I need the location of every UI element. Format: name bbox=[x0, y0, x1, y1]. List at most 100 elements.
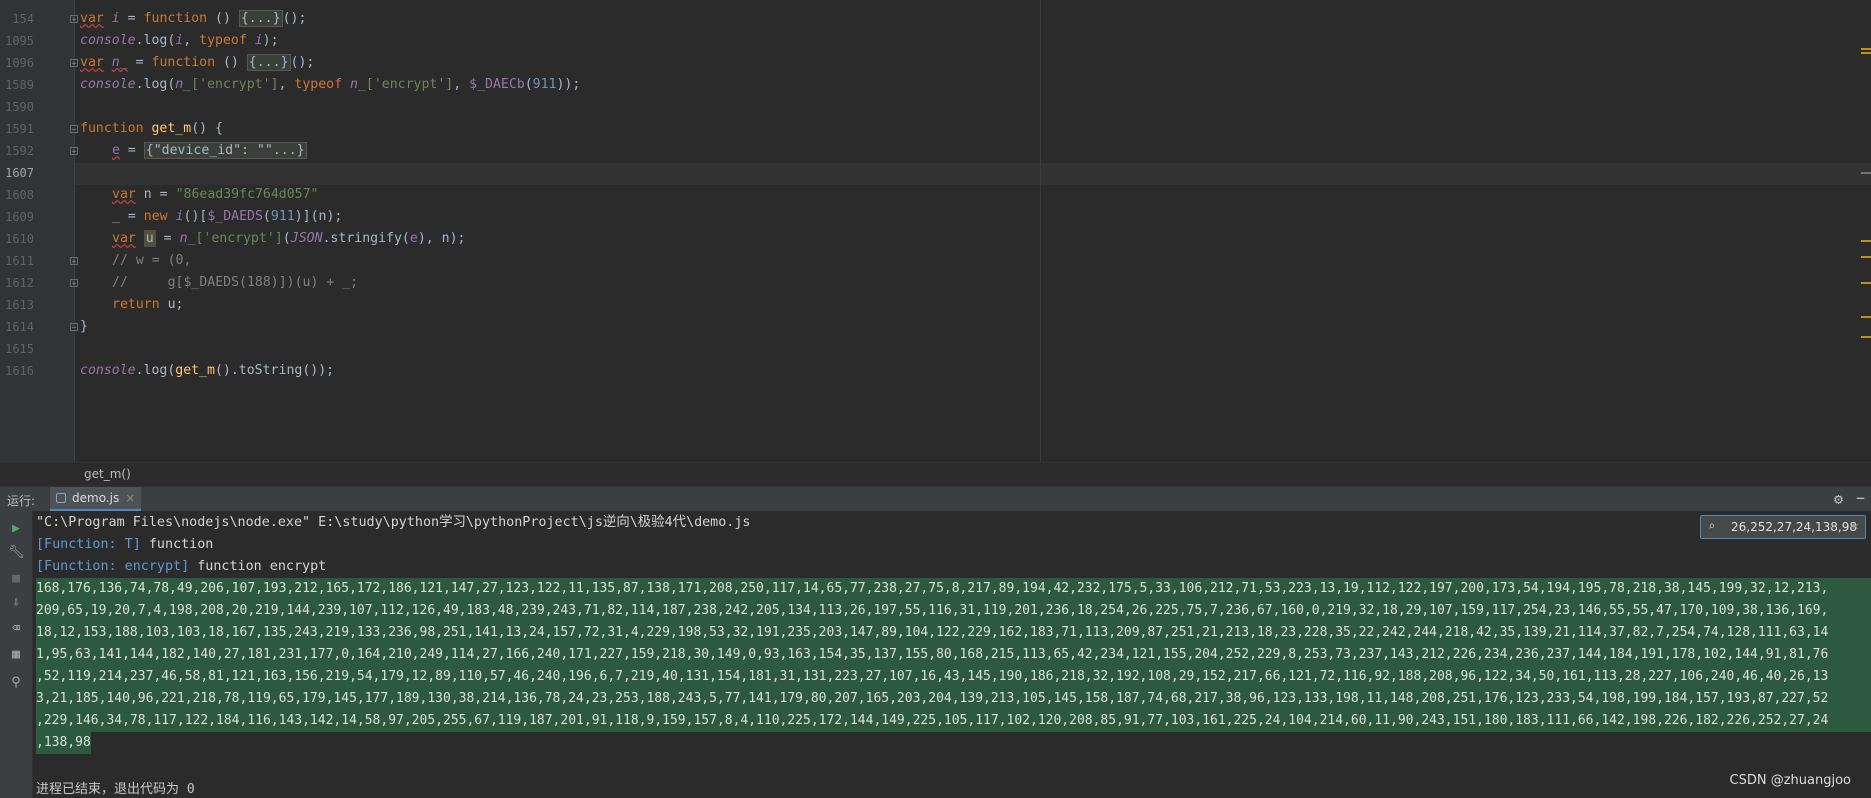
search-input[interactable]: 26,252,27,24,138,98 bbox=[1731, 520, 1857, 534]
console-toolbar: ▶ 🔧︎ ■ ⇩ ⌫ ▦ ⚲ bbox=[0, 511, 33, 798]
code-line: function get_m() { bbox=[80, 118, 223, 140]
identifier: e bbox=[112, 143, 120, 158]
keyword: new bbox=[143, 209, 168, 224]
code-text: ( bbox=[282, 231, 291, 246]
console-text: function encrypt bbox=[189, 559, 327, 574]
keyword: function bbox=[143, 11, 208, 26]
console-output-line: 1,95,63,141,144,182,140,27,181,231,177,0… bbox=[36, 644, 1871, 666]
code-line: var n = "86ead39fc764d057" bbox=[112, 184, 318, 206]
keyword: function bbox=[151, 55, 216, 70]
comment-line: // w = (0, bbox=[112, 253, 192, 268]
clear-icon[interactable]: ⌫ bbox=[8, 621, 24, 636]
identifier: $_DAECb bbox=[469, 77, 525, 92]
folded-region[interactable]: {"device_id": ""...} bbox=[143, 142, 307, 159]
identifier: JSON bbox=[290, 231, 323, 246]
error-stripe-marker[interactable] bbox=[1861, 282, 1871, 284]
fold-toggle-icon[interactable]: + bbox=[70, 147, 78, 156]
identifier: i bbox=[254, 33, 263, 48]
keyword: function bbox=[80, 121, 144, 136]
code-text: )](n); bbox=[294, 209, 343, 224]
string-literal: "86ead39fc764d057" bbox=[175, 187, 319, 202]
gear-icon[interactable]: ⚙ bbox=[1834, 490, 1843, 508]
code-editor[interactable]: 154 1095 1096 1589 1590 1591 1592 1607 1… bbox=[0, 0, 1871, 462]
identifier: console bbox=[80, 77, 136, 92]
close-tab-icon[interactable]: × bbox=[125, 491, 135, 505]
error-stripe-marker[interactable] bbox=[1861, 52, 1871, 54]
fold-toggle-icon[interactable]: + bbox=[70, 15, 78, 24]
line-number: 1609 bbox=[5, 210, 34, 224]
folded-region[interactable]: {...} bbox=[246, 54, 291, 71]
error-stripe-marker[interactable] bbox=[1861, 256, 1871, 258]
line-number: 1608 bbox=[5, 188, 34, 202]
wrench-icon[interactable]: 🔧︎ bbox=[8, 545, 25, 560]
code-text: .log( bbox=[135, 77, 176, 92]
error-stripe-marker[interactable] bbox=[1861, 48, 1871, 50]
console-output-line: 209,65,19,20,7,4,198,208,20,219,144,239,… bbox=[36, 600, 1871, 622]
string-literal: ['encrypt'] bbox=[195, 231, 283, 246]
fold-toggle-icon[interactable]: + bbox=[70, 257, 78, 266]
search-icon: ⌕ bbox=[1708, 519, 1716, 533]
fold-toggle-icon[interactable]: + bbox=[70, 279, 78, 288]
fold-toggle-icon[interactable]: + bbox=[70, 59, 78, 68]
keyword: var bbox=[80, 11, 104, 26]
layout-icon[interactable]: ▦ bbox=[8, 647, 24, 662]
code-text: () bbox=[207, 11, 239, 26]
code-text: , bbox=[453, 77, 470, 92]
console-output-line: ,138,98 bbox=[36, 732, 91, 754]
keyword: var bbox=[112, 187, 136, 202]
stop-icon[interactable]: ■ bbox=[8, 571, 24, 586]
clear-search-icon[interactable]: ✕ bbox=[1852, 519, 1859, 533]
pin-icon[interactable]: ⚲ bbox=[8, 675, 24, 690]
line-number: 1610 bbox=[5, 232, 34, 246]
run-toolwindow-header: 运行: demo.js × ⚙ − bbox=[0, 486, 1871, 511]
line-number: 1095 bbox=[5, 34, 34, 48]
string-literal: ['encrypt'] bbox=[191, 77, 279, 92]
line-number: 1591 bbox=[5, 122, 34, 136]
code-text: .log( bbox=[135, 363, 176, 378]
console-search-field[interactable]: ⌕ 26,252,27,24,138,98 ✕ bbox=[1700, 515, 1866, 539]
minimize-icon[interactable]: − bbox=[1856, 489, 1865, 507]
line-number: 1616 bbox=[5, 364, 34, 378]
error-stripe-marker[interactable] bbox=[1861, 316, 1871, 318]
code-text: ( bbox=[524, 77, 533, 92]
fold-toggle-icon[interactable]: − bbox=[70, 125, 78, 134]
error-stripe-marker[interactable] bbox=[1861, 336, 1871, 338]
operator: = bbox=[155, 231, 180, 246]
code-text: ()[ bbox=[183, 209, 208, 224]
keyword: var bbox=[112, 231, 136, 246]
code-line: return u; bbox=[112, 294, 183, 316]
number-literal: 911 bbox=[532, 77, 557, 92]
operator: = bbox=[119, 209, 144, 224]
console-output-line: ,52,119,214,237,46,58,81,121,163,156,219… bbox=[36, 666, 1871, 688]
console-line: [Function: encrypt] function encrypt bbox=[36, 556, 326, 578]
operator: = bbox=[119, 143, 144, 158]
code-text: ().toString()); bbox=[214, 363, 335, 378]
fold-toggle-icon[interactable]: − bbox=[70, 323, 78, 332]
code-text: .log( bbox=[135, 33, 176, 48]
code-text: () bbox=[215, 55, 247, 70]
line-number-current: 1607 bbox=[5, 166, 34, 180]
identifier: n_ bbox=[350, 77, 366, 92]
code-text: )); bbox=[556, 77, 581, 92]
process-exit-message: 进程已结束，退出代码为 0 bbox=[36, 782, 195, 797]
line-number: 154 bbox=[12, 12, 34, 26]
identifier-highlight: u bbox=[143, 230, 156, 247]
soft-wrap-icon[interactable]: ⇩ bbox=[8, 595, 24, 610]
rerun-icon[interactable]: ▶ bbox=[8, 521, 24, 536]
code-text: .stringify( bbox=[322, 231, 410, 246]
code-line: console.log(n_['encrypt'], typeof n_['en… bbox=[80, 74, 580, 96]
run-tab-demo-js[interactable]: demo.js × bbox=[50, 487, 142, 511]
identifier: _ bbox=[112, 209, 120, 224]
keyword: return bbox=[112, 297, 160, 312]
error-stripe-marker[interactable] bbox=[1861, 240, 1871, 242]
breadcrumb[interactable]: get_m() bbox=[84, 467, 131, 481]
run-console[interactable]: ▶ 🔧︎ ■ ⇩ ⌫ ▦ ⚲ "C:\Program Files\nodejs\… bbox=[0, 511, 1871, 798]
identifier: n_ bbox=[179, 231, 196, 246]
breadcrumb-bar: get_m() bbox=[0, 462, 1871, 487]
identifier: console bbox=[80, 33, 136, 48]
line-number: 1614 bbox=[5, 320, 34, 334]
line-number: 1592 bbox=[5, 144, 34, 158]
folded-region[interactable]: {...} bbox=[238, 10, 283, 27]
string-literal: ['encrypt'] bbox=[365, 77, 454, 92]
console-output-line: 168,176,136,74,78,49,206,107,193,212,165… bbox=[36, 578, 1871, 600]
